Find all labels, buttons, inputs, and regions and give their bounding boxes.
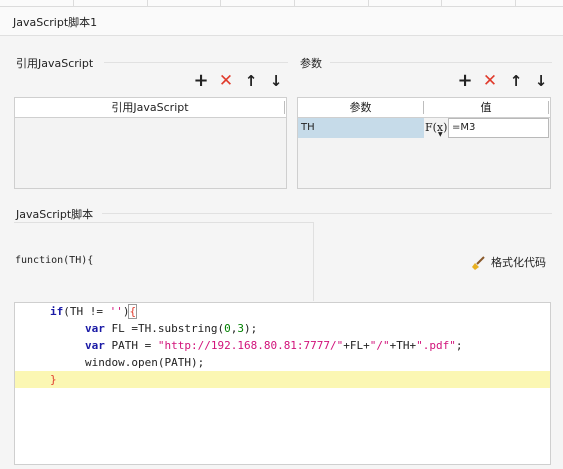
- add-icon[interactable]: +: [193, 72, 209, 90]
- formula-icon[interactable]: F(x) ▼: [425, 118, 447, 138]
- referenced-js-table[interactable]: 引用JavaScript: [14, 97, 287, 189]
- section-divider: [330, 62, 552, 63]
- move-down-param-icon[interactable]: ↓: [533, 73, 549, 89]
- function-signature: function(TH){: [15, 255, 94, 266]
- move-up-icon[interactable]: ↑: [243, 73, 259, 89]
- column-header-param: 参数: [349, 101, 372, 114]
- table-header: 参数 值: [298, 98, 550, 118]
- code-editor[interactable]: if(TH != ''){ var FL =TH.substring(0,3);…: [14, 302, 551, 465]
- delete-param-icon[interactable]: ✕: [482, 73, 498, 90]
- move-down-icon[interactable]: ↓: [268, 73, 284, 89]
- code-line: var PATH = "http://192.168.80.81:7777/"+…: [85, 339, 463, 352]
- formula-icon-label: F(x): [425, 121, 448, 134]
- page-title: JavaScript脚本1: [13, 16, 98, 29]
- param-name-cell[interactable]: TH: [298, 118, 424, 138]
- chevron-down-icon: ▼: [438, 131, 443, 138]
- section-divider: [102, 213, 552, 214]
- broom-icon: [472, 256, 485, 270]
- matched-brace: {: [128, 304, 138, 319]
- title-bar: JavaScript脚本1: [0, 7, 563, 36]
- code-line-highlighted: }: [15, 371, 550, 388]
- params-table[interactable]: 参数 值 TH F(x) ▼ =M3: [297, 97, 551, 189]
- code-line: window.open(PATH);: [85, 356, 205, 369]
- format-code-button[interactable]: 格式化代码: [471, 254, 546, 272]
- column-header-value: 值: [480, 101, 492, 114]
- top-strip: [0, 0, 563, 7]
- add-param-icon[interactable]: +: [457, 72, 473, 90]
- table-header: 引用JavaScript: [15, 98, 286, 118]
- delete-icon[interactable]: ✕: [218, 73, 234, 90]
- param-value-input[interactable]: =M3: [448, 118, 549, 138]
- function-signature-box: function(TH){: [14, 222, 314, 301]
- format-code-label: 格式化代码: [491, 256, 546, 269]
- referenced-js-label: 引用JavaScript: [16, 57, 94, 70]
- script-label: JavaScript脚本: [16, 208, 94, 221]
- section-divider: [104, 62, 288, 63]
- params-label: 参数: [300, 57, 322, 70]
- code-line: var FL =TH.substring(0,3);: [85, 322, 258, 335]
- table-row[interactable]: TH F(x) ▼ =M3: [298, 118, 550, 138]
- column-header-referenced-js: 引用JavaScript: [111, 101, 189, 114]
- move-up-param-icon[interactable]: ↑: [508, 73, 524, 89]
- code-line: if(TH != ''){: [50, 304, 138, 319]
